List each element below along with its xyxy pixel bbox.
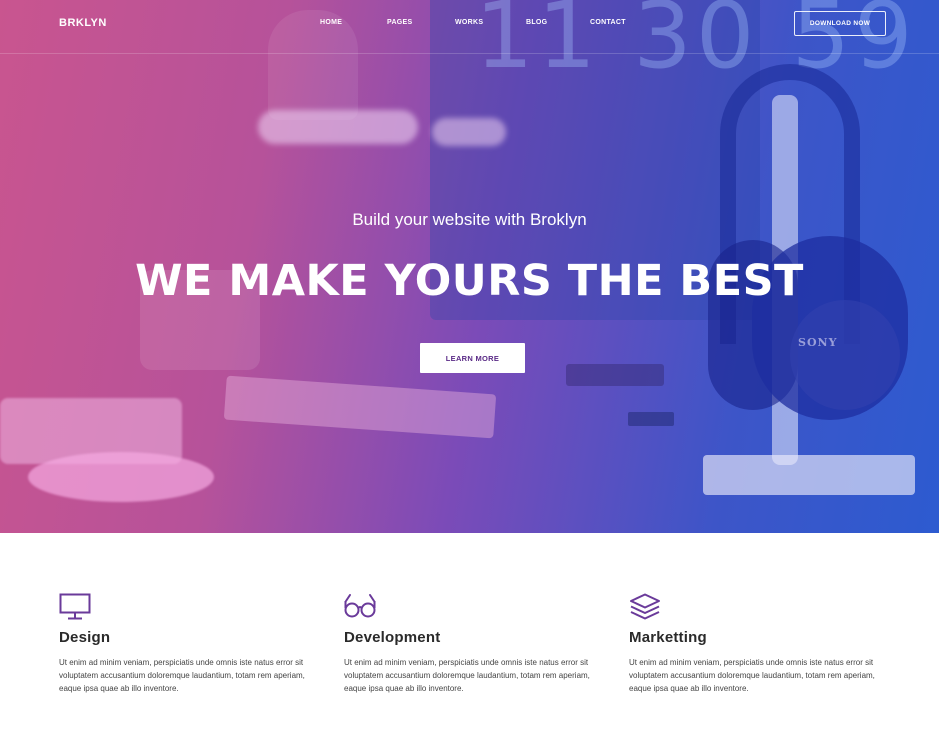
headphone-cup-inner: [790, 300, 900, 410]
glasses-icon: [344, 594, 376, 618]
layers-icon: [630, 593, 660, 620]
features-section: Design Ut enim ad minim veniam, perspici…: [0, 533, 939, 756]
lamp-light: [258, 110, 418, 144]
lamp-light-small: [432, 118, 506, 146]
feature-design: Design Ut enim ad minim veniam, perspici…: [59, 593, 319, 695]
feature-title: Marketting: [629, 629, 707, 646]
feature-text: Ut enim ad minim veniam, perspiciatis un…: [629, 658, 875, 693]
phone-shape: [628, 412, 674, 426]
site-logo[interactable]: BRKLYN: [59, 17, 107, 29]
nav-contact[interactable]: CONTACT: [590, 19, 626, 26]
feature-development: Development Ut enim ad minim veniam, per…: [344, 593, 604, 695]
monitor-icon: [59, 593, 91, 620]
feature-title: Development: [344, 629, 441, 646]
hero-title: WE MAKE YOURS THE BEST: [135, 256, 804, 306]
nav-works[interactable]: WORKS: [455, 19, 483, 26]
nav-pages[interactable]: PAGES: [387, 19, 413, 26]
feature-marketing: Marketting Ut enim ad minim veniam, pers…: [629, 593, 889, 695]
notebook-shape: [223, 375, 497, 439]
download-now-button[interactable]: DOWNLOAD NOW: [794, 11, 886, 36]
mouse-shape: [28, 452, 214, 502]
learn-more-button[interactable]: LEARN MORE: [420, 343, 525, 373]
hero-section: 11 30 59 SONY BRKLYN HOME PAGES WORKS BL…: [0, 0, 939, 533]
nav-blog[interactable]: BLOG: [526, 19, 547, 26]
headphone-stand-base: [703, 455, 915, 495]
nav-home[interactable]: HOME: [320, 19, 342, 26]
headphone-brand-label: SONY: [798, 336, 838, 349]
feature-text: Ut enim ad minim veniam, perspiciatis un…: [59, 658, 305, 693]
device-shape: [566, 364, 664, 386]
top-navbar: BRKLYN HOME PAGES WORKS BLOG CONTACT DOW…: [0, 0, 939, 54]
feature-title: Design: [59, 629, 111, 646]
hero-subtitle: Build your website with Broklyn: [352, 210, 587, 229]
feature-text: Ut enim ad minim veniam, perspiciatis un…: [344, 658, 590, 693]
